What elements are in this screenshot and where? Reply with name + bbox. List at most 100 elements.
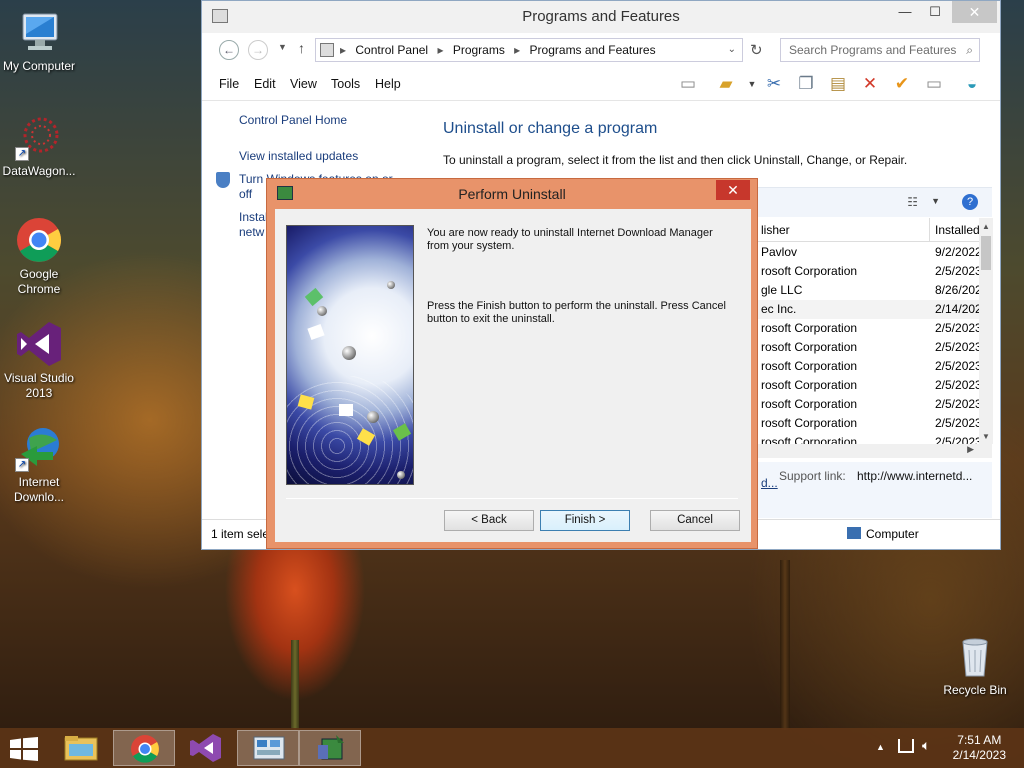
details-link-fragment[interactable]: d... bbox=[761, 476, 778, 490]
start-button[interactable] bbox=[10, 737, 38, 761]
refresh-icon[interactable]: ↻ bbox=[750, 41, 763, 59]
menu-file[interactable]: File bbox=[219, 77, 239, 91]
breadcrumb-programs[interactable]: Programs bbox=[453, 43, 505, 57]
scroll-down-icon[interactable]: ▼ bbox=[982, 432, 990, 441]
status-item-count: 1 item sele bbox=[211, 527, 270, 541]
desktop-icon-label: My Computer bbox=[2, 59, 76, 73]
show-hidden-icons-icon[interactable]: ▲ bbox=[876, 742, 885, 752]
dialog-text-instructions: Press the Finish button to perform the u… bbox=[427, 300, 726, 325]
checkmark-icon[interactable]: ✔ bbox=[890, 73, 914, 95]
view-options-icon[interactable]: ☷ bbox=[907, 195, 918, 209]
desktop-icon-recycle-bin[interactable]: Recycle Bin bbox=[936, 632, 1014, 698]
breadcrumb-sep: ▸ bbox=[437, 43, 444, 57]
page-description: To uninstall a program, select it from t… bbox=[443, 153, 908, 167]
sphere-graphic bbox=[342, 346, 356, 360]
window-title: Programs and Features bbox=[522, 8, 680, 25]
computer-icon bbox=[15, 8, 63, 56]
recent-locations-chevron-icon[interactable]: ▼ bbox=[278, 42, 287, 52]
window-titlebar[interactable]: Programs and Features — ☐ ✕ bbox=[202, 1, 1000, 33]
desktop-icon-internet-download-manager[interactable]: ↗ Internet Downlo... bbox=[0, 424, 78, 505]
menu-help[interactable]: Help bbox=[375, 77, 401, 91]
copy-icon[interactable]: ❐ bbox=[794, 73, 818, 95]
shell-icon[interactable]: ◒ bbox=[960, 73, 984, 95]
help-icon[interactable]: ? bbox=[962, 194, 978, 210]
search-input[interactable]: Search Programs and Features ⌕ bbox=[780, 38, 980, 62]
sphere-graphic bbox=[317, 306, 327, 316]
clock-date: 2/14/2023 bbox=[952, 748, 1006, 762]
file-graphic bbox=[339, 404, 353, 416]
row-installed-on: 2/5/2023 bbox=[935, 321, 982, 335]
desktop-icon-datawagon[interactable]: ↗ DataWagon... bbox=[0, 113, 78, 179]
scroll-right-icon[interactable]: ▶ bbox=[967, 444, 974, 455]
visual-studio-icon bbox=[190, 734, 221, 762]
chrome-icon bbox=[131, 735, 159, 763]
preview-pane-icon[interactable]: ▭ bbox=[676, 73, 700, 95]
up-arrow-icon[interactable]: ↑ bbox=[298, 40, 305, 56]
link-view-installed-updates[interactable]: View installed updates bbox=[239, 149, 358, 164]
menu-bar: File Edit View Tools Help ▭ ▰ ▼ ✂ ❐ ▤ ✕ … bbox=[202, 67, 1000, 101]
desktop-icon-label: Recycle Bin bbox=[943, 683, 1007, 697]
recycle-bin-icon bbox=[951, 632, 999, 680]
scroll-up-icon[interactable]: ▲ bbox=[982, 222, 990, 231]
breadcrumb-programs-and-features[interactable]: Programs and Features bbox=[530, 43, 656, 57]
back-button[interactable]: < Back bbox=[444, 510, 534, 531]
system-clock[interactable]: 7:51 AM 2/14/2023 bbox=[953, 733, 1006, 763]
desktop-icon-visual-studio[interactable]: Visual Studio 2013 bbox=[0, 320, 78, 401]
row-installed-on: 2/5/2023 bbox=[935, 416, 982, 430]
taskbar-uninstaller[interactable] bbox=[299, 730, 361, 766]
status-zone: Computer bbox=[866, 527, 919, 541]
row-installed-on: 2/5/2023 bbox=[935, 340, 982, 354]
dialog-close-button[interactable]: ✕ bbox=[716, 180, 750, 200]
paste-icon[interactable]: ▤ bbox=[826, 73, 850, 95]
column-installed-on[interactable]: Installed O bbox=[935, 223, 981, 237]
network-icon[interactable] bbox=[898, 739, 914, 753]
file-graphic bbox=[307, 323, 325, 341]
dialog-titlebar[interactable]: Perform Uninstall ✕ bbox=[267, 179, 757, 208]
close-button[interactable]: ✕ bbox=[952, 1, 997, 23]
control-panel-icon bbox=[320, 43, 334, 57]
column-publisher[interactable]: lisher bbox=[761, 223, 790, 237]
row-publisher: rosoft Corporation bbox=[761, 378, 858, 392]
installer-icon bbox=[318, 735, 344, 760]
desktop-icon-my-computer[interactable]: My Computer bbox=[0, 8, 78, 74]
cut-icon[interactable]: ✂ bbox=[762, 73, 786, 95]
vertical-scrollbar[interactable]: ▲ ▼ bbox=[979, 218, 993, 444]
row-publisher: Pavlov bbox=[761, 245, 798, 259]
dialog-text-ready: You are now ready to uninstall Internet … bbox=[427, 227, 713, 252]
minimize-button[interactable]: — bbox=[890, 1, 920, 23]
shortcut-arrow-icon: ↗ bbox=[15, 147, 29, 161]
link-network-fragment[interactable]: netw bbox=[239, 225, 264, 240]
address-bar[interactable]: ▸ Control Panel ▸ Programs ▸ Programs an… bbox=[315, 38, 743, 62]
taskbar-visual-studio[interactable] bbox=[175, 730, 237, 766]
cancel-button[interactable]: Cancel bbox=[650, 510, 740, 531]
address-dropdown-icon[interactable]: ⌄ bbox=[728, 39, 736, 61]
taskbar-chrome[interactable] bbox=[113, 730, 175, 766]
menu-tools[interactable]: Tools bbox=[331, 77, 360, 91]
menu-view[interactable]: View bbox=[290, 77, 317, 91]
toolbar-dropdown-icon[interactable]: ▼ bbox=[740, 73, 764, 95]
forward-arrow-icon[interactable]: → bbox=[248, 40, 268, 60]
computer-small-icon bbox=[847, 527, 861, 539]
maximize-button[interactable]: ☐ bbox=[920, 1, 950, 23]
properties-icon[interactable]: ▭ bbox=[922, 73, 946, 95]
folder-options-icon[interactable]: ▰ bbox=[714, 73, 738, 95]
row-publisher: rosoft Corporation bbox=[761, 397, 858, 411]
volume-icon[interactable]: 🔈︎ bbox=[922, 737, 930, 754]
scroll-thumb[interactable] bbox=[981, 236, 991, 270]
windows-logo-icon bbox=[10, 737, 38, 761]
delete-icon[interactable]: ✕ bbox=[858, 73, 882, 95]
link-control-panel-home[interactable]: Control Panel Home bbox=[239, 113, 347, 128]
breadcrumb-control-panel[interactable]: Control Panel bbox=[355, 43, 428, 57]
perform-uninstall-dialog: Perform Uninstall ✕ You are now ready to… bbox=[266, 178, 758, 549]
finish-button[interactable]: Finish > bbox=[540, 510, 630, 531]
taskbar-control-panel[interactable] bbox=[237, 730, 299, 766]
taskbar: ▲ 🔈︎ 7:51 AM 2/14/2023 bbox=[0, 728, 1024, 768]
view-dropdown-icon[interactable]: ▼ bbox=[931, 196, 940, 206]
desktop-icon-google-chrome[interactable]: Google Chrome bbox=[0, 216, 78, 297]
row-publisher: rosoft Corporation bbox=[761, 340, 858, 354]
back-arrow-icon[interactable]: ← bbox=[219, 40, 239, 60]
taskbar-file-explorer[interactable] bbox=[50, 730, 112, 766]
support-link-value[interactable]: http://www.internetd... bbox=[857, 469, 972, 483]
row-publisher: rosoft Corporation bbox=[761, 416, 858, 430]
menu-edit[interactable]: Edit bbox=[254, 77, 276, 91]
